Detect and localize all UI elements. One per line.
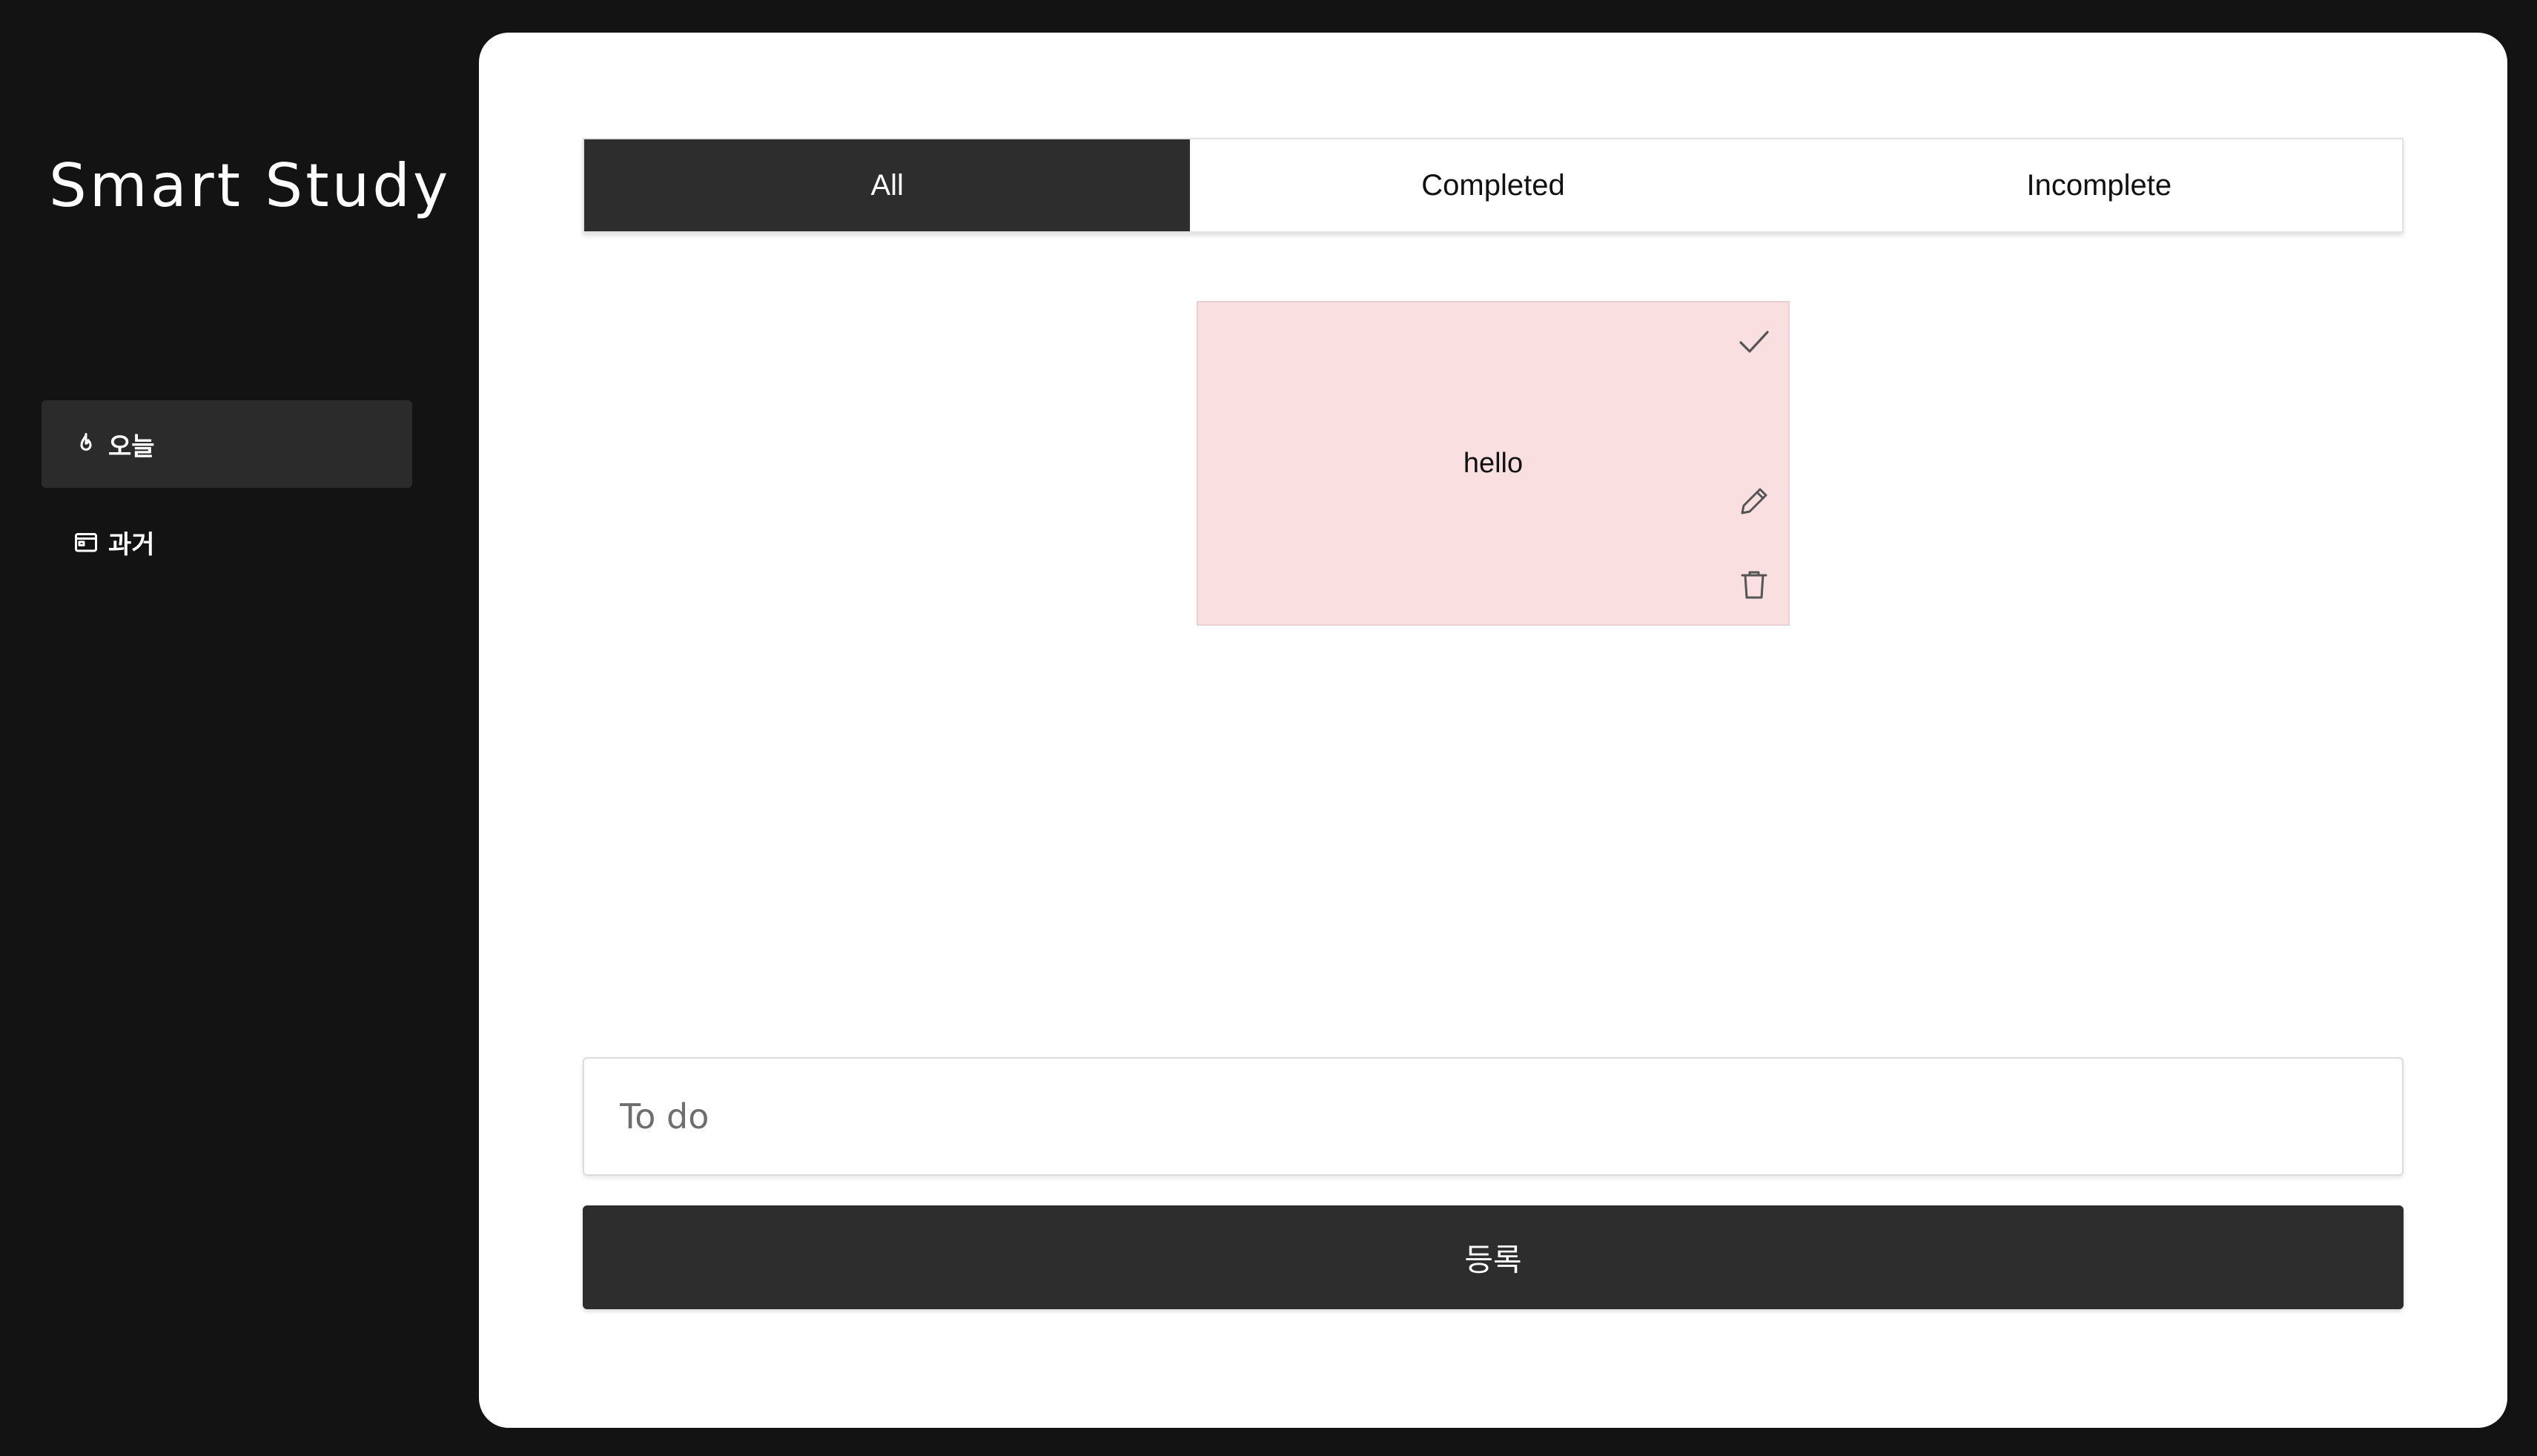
flame-icon xyxy=(73,431,99,457)
todo-card: hello xyxy=(1197,301,1790,626)
tab-completed[interactable]: Completed xyxy=(1190,139,1796,231)
check-icon[interactable] xyxy=(1733,322,1775,363)
sidebar: Smart Study 오늘 과거 xyxy=(0,0,460,1456)
trash-icon[interactable] xyxy=(1733,563,1775,605)
pencil-icon[interactable] xyxy=(1733,480,1775,522)
app-title: Smart Study xyxy=(49,151,452,220)
filter-tabs: All Completed Incomplete xyxy=(583,138,2404,233)
tab-incomplete[interactable]: Incomplete xyxy=(1796,139,2402,231)
sidebar-item-label: 과거 xyxy=(108,529,155,560)
submit-button[interactable]: 등록 xyxy=(583,1205,2404,1309)
calendar-icon xyxy=(73,529,99,555)
todo-input[interactable] xyxy=(583,1057,2404,1176)
sidebar-item-today[interactable]: 오늘 xyxy=(42,400,412,488)
sidebar-item-past[interactable]: 과거 xyxy=(42,498,412,586)
tab-all[interactable]: All xyxy=(584,139,1191,231)
todo-text: hello xyxy=(1463,448,1524,479)
sidebar-item-label: 오늘 xyxy=(108,431,155,462)
